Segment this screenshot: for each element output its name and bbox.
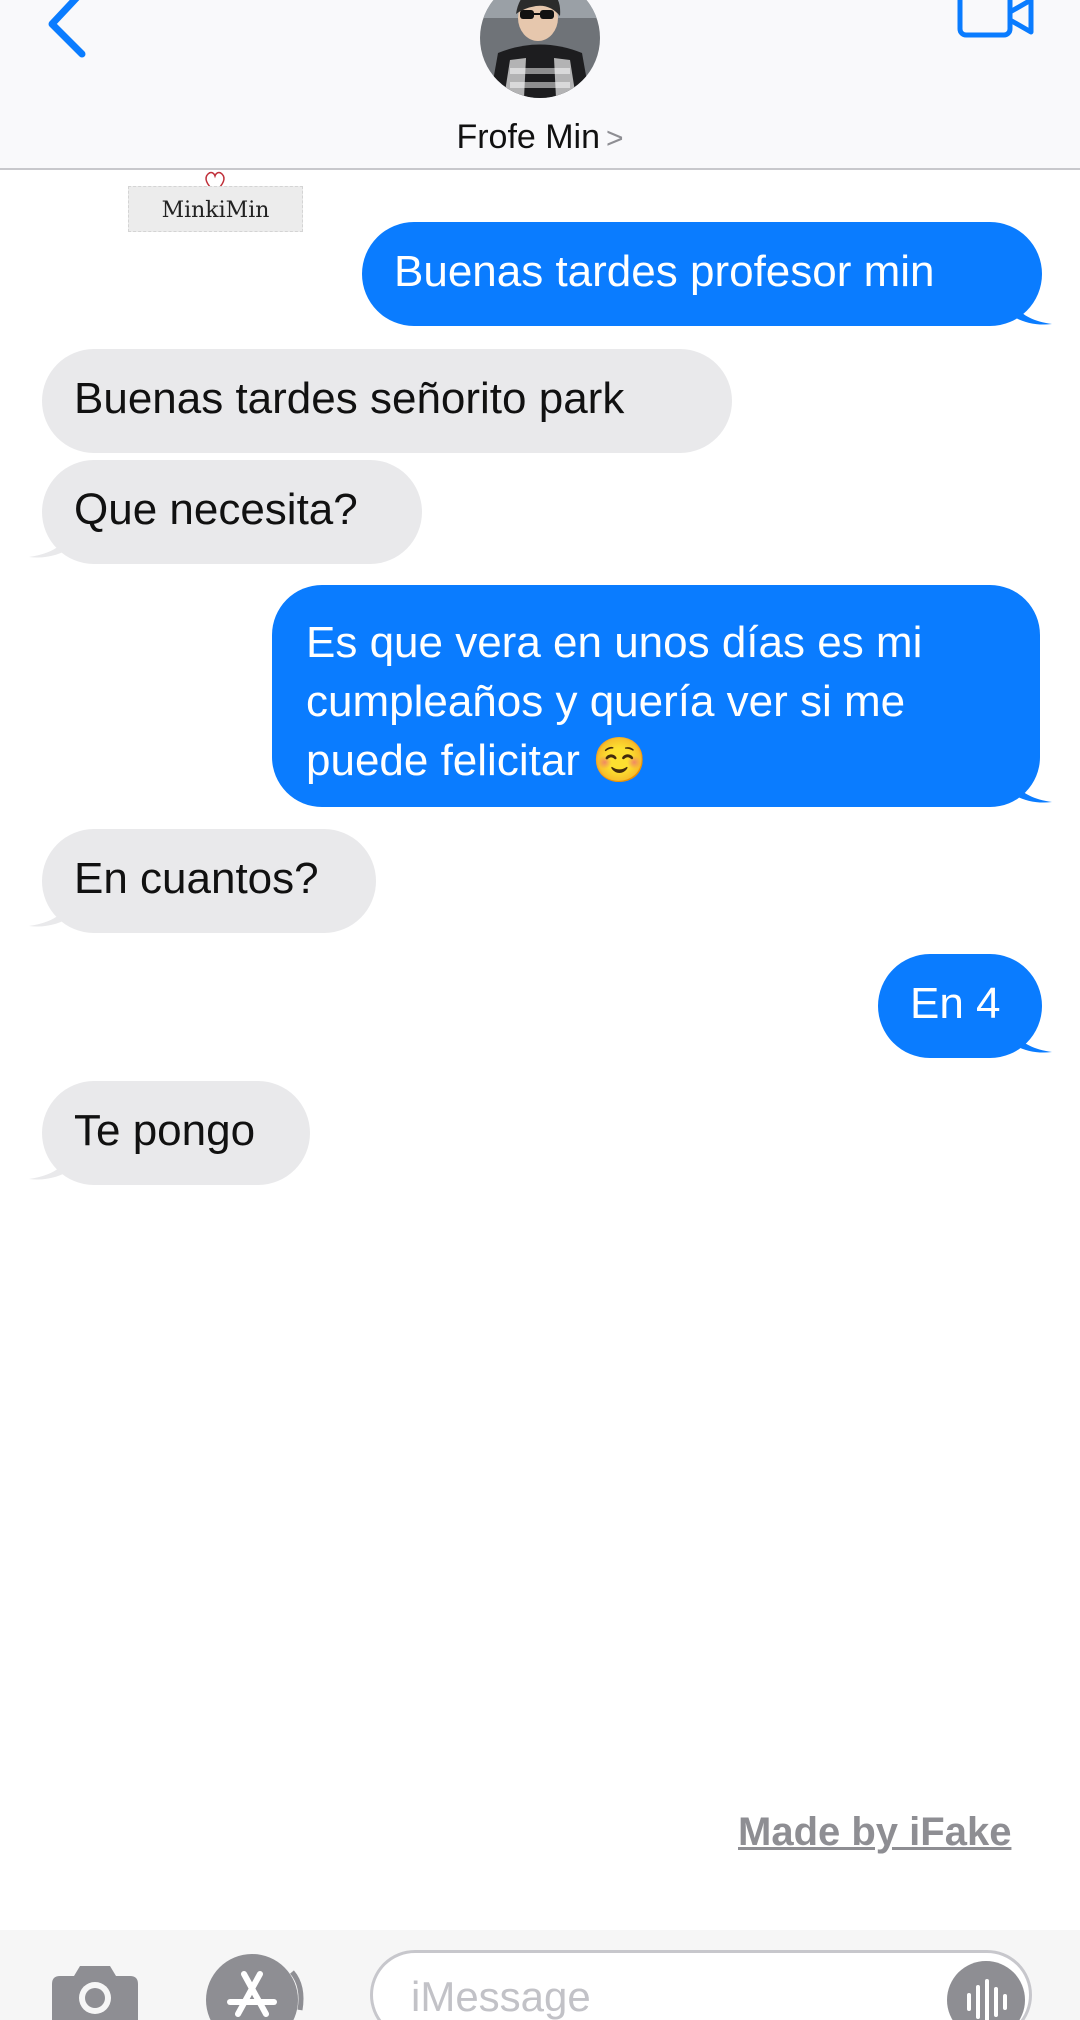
audio-waveform-icon	[967, 1979, 1007, 2020]
message-bubble-received[interactable]: En cuantos?	[42, 829, 376, 933]
contact-name: Frofe Min	[456, 118, 601, 156]
camera-button[interactable]	[48, 1962, 142, 2020]
message-bubble-sent[interactable]: Es que vera en unos días es mi cumpleaño…	[272, 585, 1040, 807]
message-input-placeholder: iMessage	[411, 1973, 591, 2020]
contact-avatar[interactable]	[480, 0, 600, 98]
app-store-icon	[206, 1954, 304, 2020]
message-bubble-received[interactable]: Buenas tardes señorito park	[42, 349, 732, 453]
video-call-button[interactable]	[955, 0, 1035, 45]
message-input[interactable]: iMessage	[370, 1950, 1032, 2020]
message-bubble-sent[interactable]: Buenas tardes profesor min	[362, 222, 1042, 326]
made-by-label: Made by iFake	[738, 1810, 1012, 1854]
watermark-label: MinkiMin	[128, 186, 303, 232]
conversation-header: Frofe Min >	[0, 0, 1080, 170]
back-chevron-icon	[48, 0, 86, 58]
contact-name-button[interactable]: Frofe Min >	[0, 118, 1080, 157]
video-call-icon	[957, 0, 1034, 38]
avatar-photo	[480, 0, 600, 98]
back-button[interactable]	[40, 0, 100, 60]
compose-bar: iMessage	[0, 1930, 1080, 2020]
imessage-screen: Frofe Min > MinkiMin Buenas tardes profes…	[0, 0, 1080, 2020]
audio-message-button[interactable]	[947, 1961, 1025, 2020]
message-bubble-received[interactable]: Te pongo	[42, 1081, 310, 1185]
message-bubble-sent[interactable]: En 4	[878, 954, 1042, 1058]
chevron-right-icon: >	[606, 122, 624, 155]
message-bubble-received[interactable]: Que necesita?	[42, 460, 422, 564]
camera-icon	[52, 1966, 138, 2020]
app-store-button[interactable]	[204, 1952, 310, 2020]
